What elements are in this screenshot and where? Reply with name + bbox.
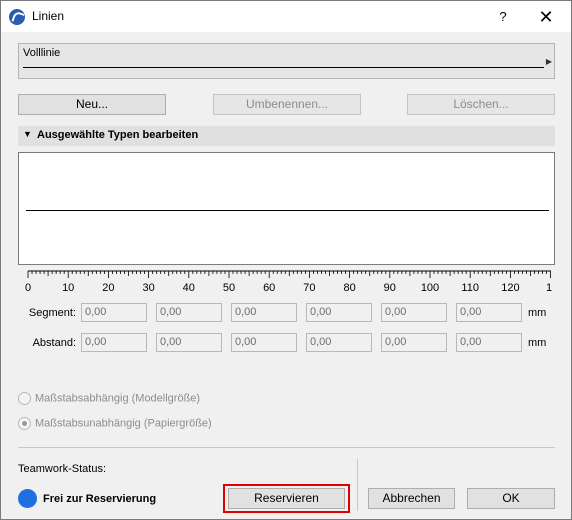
- help-button[interactable]: ?: [491, 6, 515, 28]
- scale-independent-radio[interactable]: [18, 417, 31, 430]
- preview-line: [26, 210, 549, 211]
- line-preview-area: [18, 152, 555, 265]
- spacing-field-6[interactable]: 0,00: [456, 333, 522, 352]
- segment-field-5[interactable]: 0,00: [381, 303, 447, 322]
- scale-independent-label: Maßstabsunabhängig (Papiergröße): [35, 417, 212, 430]
- ruler-label: 100: [421, 282, 439, 294]
- ruler-label: 80: [343, 282, 355, 294]
- ruler-label: 10: [62, 282, 74, 294]
- ruler-label: 120: [501, 282, 519, 294]
- ruler-label: 110: [461, 282, 479, 294]
- segment-field-3[interactable]: 0,00: [231, 303, 297, 322]
- spacing-label: Abstand:: [32, 337, 76, 349]
- line-type-sample: [23, 67, 544, 68]
- expand-arrow-icon[interactable]: ▶: [546, 57, 552, 66]
- ruler: 0 10 20 30 40 50 60 70 80 90 100 110 120 1: [25, 270, 552, 294]
- ok-button[interactable]: OK: [467, 488, 555, 509]
- ruler-label: 60: [263, 282, 275, 294]
- scale-independent-option[interactable]: Maßstabsunabhängig (Papiergröße): [18, 417, 212, 430]
- spacing-field-2[interactable]: 0,00: [156, 333, 222, 352]
- reserve-button[interactable]: Reservieren: [228, 488, 345, 509]
- teamwork-status-label: Teamwork-Status:: [18, 463, 107, 475]
- segment-field-4[interactable]: 0,00: [306, 303, 372, 322]
- ruler-label: 50: [223, 282, 235, 294]
- rename-button[interactable]: Umbenennen...: [213, 94, 361, 115]
- ruler-label: 20: [102, 282, 114, 294]
- segment-field-2[interactable]: 0,00: [156, 303, 222, 322]
- edit-selected-types-header[interactable]: ▼ Ausgewählte Typen bearbeiten: [18, 126, 555, 146]
- new-button[interactable]: Neu...: [18, 94, 166, 115]
- segment-label: Segment:: [28, 307, 76, 319]
- line-type-selector[interactable]: Volllinie ▶: [18, 43, 555, 79]
- delete-button[interactable]: Löschen...: [407, 94, 555, 115]
- spacing-unit: mm: [528, 337, 547, 349]
- line-type-name: Volllinie: [23, 47, 61, 59]
- teamwork-status-text: Frei zur Reservierung: [43, 493, 157, 505]
- status-dot-icon: [18, 489, 37, 508]
- ruler-label: 40: [183, 282, 195, 294]
- cancel-button[interactable]: Abbrechen: [368, 488, 455, 509]
- scale-dependent-option[interactable]: Maßstabsabhängig (Modellgröße): [18, 392, 200, 405]
- ruler-label: 90: [384, 282, 396, 294]
- archicad-app-icon: [9, 9, 25, 25]
- vertical-divider: [357, 459, 358, 511]
- spacing-field-1[interactable]: 0,00: [81, 333, 147, 352]
- segment-unit: mm: [528, 307, 547, 319]
- section-title: Ausgewählte Typen bearbeiten: [37, 129, 199, 141]
- segment-field-6[interactable]: 0,00: [456, 303, 522, 322]
- ruler-label: 30: [142, 282, 154, 294]
- ruler-label: 0: [25, 282, 31, 294]
- spacing-field-5[interactable]: 0,00: [381, 333, 447, 352]
- ruler-label: 1: [546, 282, 552, 294]
- scale-dependent-radio[interactable]: [18, 392, 31, 405]
- scale-dependent-label: Maßstabsabhängig (Modellgröße): [35, 392, 201, 405]
- linien-dialog: Linien ? ✕ Volllinie ▶ Neu... Umbenennen…: [0, 0, 572, 520]
- ruler-label: 70: [303, 282, 315, 294]
- spacing-field-4[interactable]: 0,00: [306, 333, 372, 352]
- spacing-field-3[interactable]: 0,00: [231, 333, 297, 352]
- close-icon[interactable]: ✕: [534, 6, 558, 28]
- title-bar[interactable]: Linien ? ✕: [1, 1, 571, 32]
- window-title: Linien: [32, 9, 65, 23]
- segment-field-1[interactable]: 0,00: [81, 303, 147, 322]
- divider: [18, 447, 555, 448]
- collapse-triangle-icon[interactable]: ▼: [23, 129, 32, 139]
